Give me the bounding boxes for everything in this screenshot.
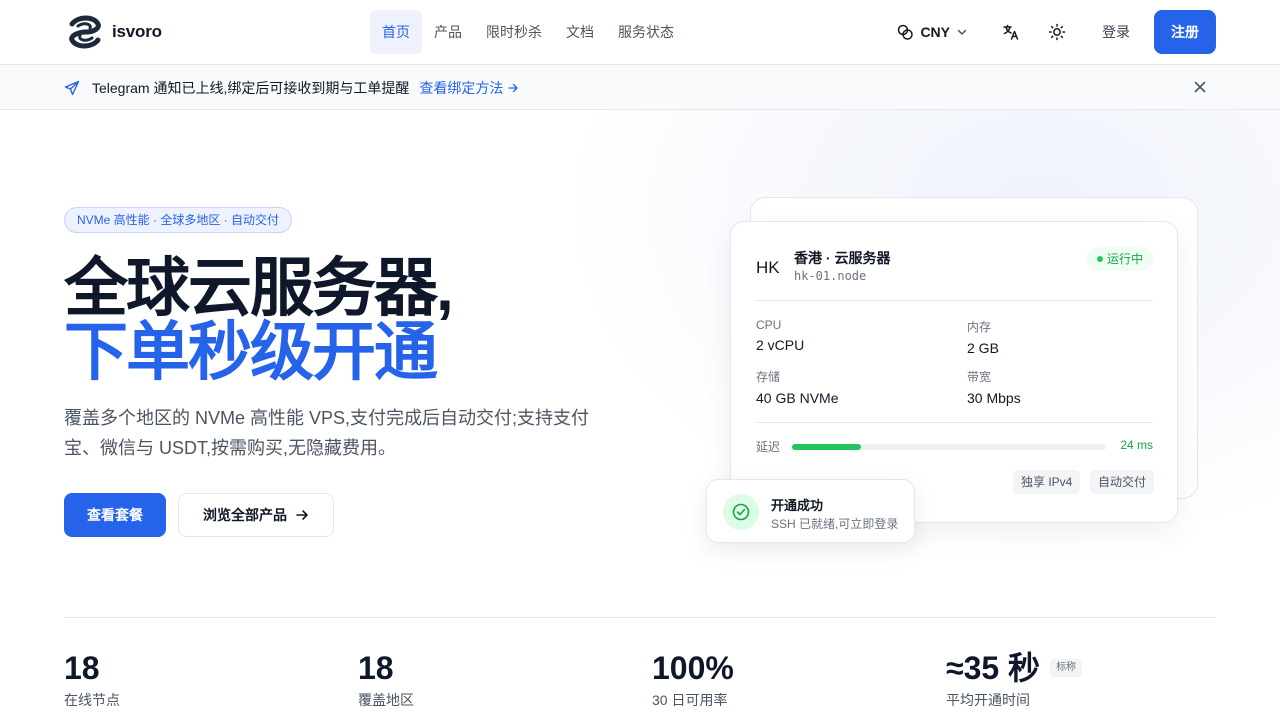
stat-value: 100% xyxy=(652,650,734,686)
server-name: 香港 · 云服务器 xyxy=(794,250,891,266)
language-button[interactable] xyxy=(996,17,1026,47)
toast-subtitle: SSH 已就绪,可立即登录 xyxy=(771,517,899,531)
success-toast: 开通成功 SSH 已就绪,可立即登录 xyxy=(706,479,915,543)
spec-memory: 内存 2 GB xyxy=(967,318,999,356)
stat-number: 18 xyxy=(64,650,100,686)
spec-value: 2 GB xyxy=(967,340,999,356)
hero-description: 覆盖多个地区的 NVMe 高性能 VPS,支付完成后自动交付;支持支付宝、微信与… xyxy=(64,408,590,458)
toast-title: 开通成功 xyxy=(771,498,824,513)
stat-number: 18 xyxy=(358,650,394,686)
arrow-right-icon xyxy=(296,510,308,520)
currency-label: CNY xyxy=(920,24,950,40)
hero-title-line1: 全球云服务器, xyxy=(64,252,454,324)
latency-value: 24 ms xyxy=(1120,438,1153,452)
tag-auto-delivery: 自动交付 xyxy=(1090,470,1155,494)
nav-products[interactable]: 产品 xyxy=(422,10,474,54)
spec-label: 存储 xyxy=(756,370,781,384)
login-button[interactable]: 登录 xyxy=(1102,22,1130,42)
isvoro-logo-icon xyxy=(69,15,101,49)
stat-value: 18 xyxy=(358,650,414,686)
stat-online-nodes: 18 在线节点 xyxy=(64,650,120,710)
notice-link-label: 查看绑定方法 xyxy=(419,80,504,96)
currency-selector[interactable]: CNY xyxy=(896,23,968,41)
spec-label: 内存 xyxy=(967,320,992,334)
stat-label: 在线节点 xyxy=(64,692,120,708)
translate-icon xyxy=(1003,24,1019,40)
brand-logo[interactable]: isvoro xyxy=(64,14,162,50)
header-actions: CNY 登录 注册 xyxy=(896,10,1216,54)
tag-ipv4: 独享 IPv4 xyxy=(1013,470,1081,494)
hero-badge: NVMe 高性能 · 全球多地区 · 自动交付 xyxy=(64,207,293,233)
status-badge: 运行中 xyxy=(1086,247,1153,271)
main-nav: 首页 产品 限时秒杀 文档 服务状态 xyxy=(370,10,686,54)
latency-bar-fill xyxy=(792,444,862,450)
stat-label: 覆盖地区 xyxy=(358,692,414,708)
send-icon xyxy=(64,80,80,96)
view-plans-button[interactable]: 查看套餐 xyxy=(64,493,166,537)
coins-icon xyxy=(898,24,914,40)
server-card: HK 香港 · 云服务器 hk-01.node 运行中 CPU 2 vCPU 内… xyxy=(730,221,1178,523)
card-divider xyxy=(756,300,1153,301)
spec-value: 30 Mbps xyxy=(967,390,1021,406)
spec-label: CPU xyxy=(756,318,782,332)
stat-label: 平均开通时间 xyxy=(946,692,1030,708)
spec-cpu: CPU 2 vCPU xyxy=(756,318,804,353)
stat-value: ≈35 秒 标称 xyxy=(946,650,1083,686)
spec-value: 40 GB NVMe xyxy=(756,390,839,406)
card-divider xyxy=(756,422,1153,423)
close-icon[interactable] xyxy=(1192,79,1208,95)
browse-products-button[interactable]: 浏览全部产品 xyxy=(178,493,334,537)
nav-status[interactable]: 服务状态 xyxy=(606,10,686,54)
nav-docs[interactable]: 文档 xyxy=(554,10,606,54)
top-header: isvoro 首页 产品 限时秒杀 文档 服务状态 CNY 登录 注册 xyxy=(0,0,1280,65)
latency-label: 延迟 xyxy=(756,440,781,454)
chevron-down-icon xyxy=(957,29,967,35)
status-dot xyxy=(1096,256,1103,262)
nav-flash-sale[interactable]: 限时秒杀 xyxy=(474,10,554,54)
theme-toggle[interactable] xyxy=(1042,17,1072,47)
latency-bar xyxy=(792,444,1106,450)
stat-value: 18 xyxy=(64,650,120,686)
nav-home[interactable]: 首页 xyxy=(370,10,422,54)
brand-name: isvoro xyxy=(112,22,162,41)
notice-bar: Telegram 通知已上线,绑定后可接收到期与工单提醒 查看绑定方法 xyxy=(0,65,1280,110)
browse-products-label: 浏览全部产品 xyxy=(203,507,287,523)
stat-availability: 100% 30 日可用率 xyxy=(652,650,734,710)
spec-bandwidth: 带宽 30 Mbps xyxy=(967,368,1021,406)
stat-number: 100% xyxy=(652,650,734,686)
spec-label: 带宽 xyxy=(967,370,992,384)
stat-number: ≈35 秒 xyxy=(946,650,1041,686)
region-code: HK xyxy=(756,258,780,277)
check-circle-icon xyxy=(723,494,759,530)
stats-divider xyxy=(64,617,1216,618)
status-label: 运行中 xyxy=(1106,252,1143,266)
stat-tag: 标称 xyxy=(1050,659,1083,677)
hero-title-line2: 下单秒级开通 xyxy=(64,316,438,388)
notice-text: Telegram 通知已上线,绑定后可接收到期与工单提醒 xyxy=(92,80,410,96)
stat-provision-time: ≈35 秒 标称 平均开通时间 xyxy=(946,650,1083,710)
server-node: hk-01.node xyxy=(794,269,867,283)
register-button[interactable]: 注册 xyxy=(1154,10,1216,54)
spec-storage: 存储 40 GB NVMe xyxy=(756,368,838,406)
spec-value: 2 vCPU xyxy=(756,337,805,353)
arrow-right-icon xyxy=(508,83,519,93)
stat-regions: 18 覆盖地区 xyxy=(358,650,414,710)
notice-link[interactable]: 查看绑定方法 xyxy=(419,78,519,98)
stat-label: 30 日可用率 xyxy=(652,692,728,708)
sun-icon xyxy=(1048,23,1066,41)
